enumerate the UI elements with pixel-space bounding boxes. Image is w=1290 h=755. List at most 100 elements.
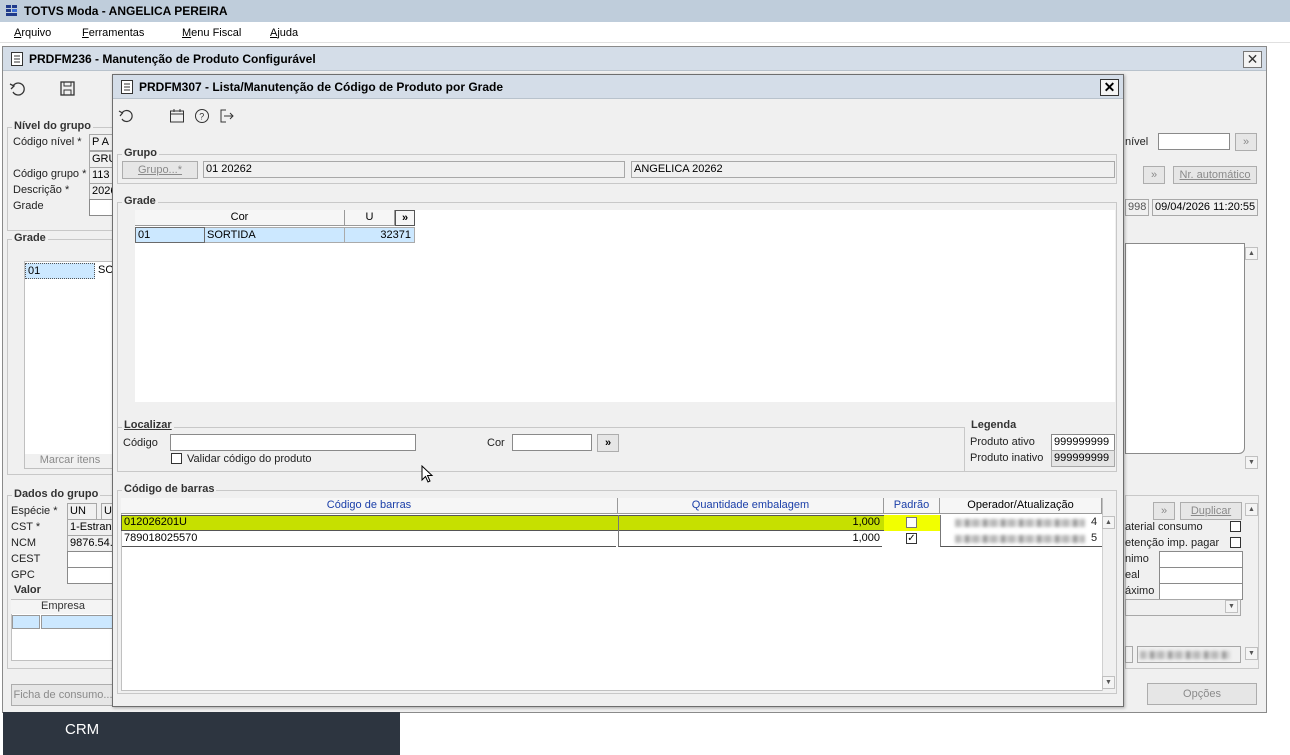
especie-field[interactable]: UN — [67, 503, 97, 520]
save-icon[interactable] — [59, 80, 77, 98]
app-title-bar: TOTVS Moda - ANGELICA PEREIRA — [0, 0, 1290, 22]
grupo-button[interactable]: Grupo...* — [122, 161, 198, 179]
codigo-nivel-label: Código nível * — [13, 136, 82, 148]
localizar-label: Localizar — [122, 419, 174, 431]
barcodes-label: Código de barras — [122, 483, 217, 495]
dup-search-button[interactable]: » — [1153, 502, 1175, 520]
right-blurred-field — [1137, 646, 1241, 663]
retencao-label: etenção imp. pagar — [1125, 537, 1220, 549]
refresh-icon[interactable] — [118, 108, 134, 124]
duplicar-button[interactable]: Duplicar — [1180, 502, 1242, 520]
nivel-search-button[interactable]: » — [1235, 133, 1257, 151]
grade-row-cor[interactable]: SORTIDA — [205, 227, 345, 243]
barcode-row-1-operador-suffix: 4 — [1091, 516, 1098, 528]
menu-ajuda[interactable]: Ajuda — [270, 27, 298, 39]
grupo-code-field: 01 20262 — [203, 161, 625, 178]
bg-window-title: PRDFM236 - Manutenção de Produto Configu… — [29, 52, 316, 66]
barcode-row-1-qtd[interactable]: 1,000 — [618, 515, 882, 531]
menu-bar: Arquivo Ferramentas Menu Fiscal Ajuda — [0, 22, 1290, 43]
localizar-cor-input[interactable] — [512, 434, 592, 451]
bg-window-title-bar: PRDFM236 - Manutenção de Produto Configu… — [3, 47, 1266, 71]
right-small-field — [1125, 646, 1133, 663]
barcode-header-qtd[interactable]: Quantidade embalagem — [618, 498, 884, 514]
dialog-document-icon — [121, 80, 133, 94]
valor-row-cell-1[interactable] — [12, 615, 40, 629]
valor-row-cell-2[interactable] — [41, 615, 115, 629]
marcar-itens-button[interactable]: Marcar itens — [25, 454, 115, 468]
dados-grupo-label: Dados do grupo — [12, 488, 101, 500]
grupo-name-field: ANGELICA 20262 — [631, 161, 1115, 178]
gpc-field[interactable] — [67, 567, 115, 584]
menu-fiscal[interactable]: Menu Fiscal — [182, 27, 241, 39]
grade-row-code[interactable]: 01 — [135, 227, 205, 243]
validar-checkbox[interactable] — [171, 453, 182, 464]
barcode-row-1-operador — [940, 515, 1102, 531]
real-field[interactable] — [1159, 567, 1243, 584]
dialog-toolbar — [113, 100, 1123, 130]
right-select-arrow[interactable]: ▼ — [1225, 600, 1238, 613]
undo-icon[interactable] — [9, 80, 27, 98]
barcodes-scroll-down[interactable]: ▼ — [1102, 676, 1115, 689]
params-scroll-down[interactable]: ▼ — [1245, 647, 1258, 660]
material-consumo-label: aterial consumo — [1125, 521, 1203, 533]
ficha-consumo-button[interactable]: Ficha de consumo... — [11, 684, 115, 706]
barcode-header-padrao[interactable]: Padrão — [884, 498, 940, 514]
localizar-go-button[interactable]: » — [597, 434, 619, 452]
grade-header-cor[interactable]: Cor — [135, 210, 345, 226]
crm-panel[interactable]: CRM — [3, 712, 400, 755]
cest-field[interactable] — [67, 551, 115, 568]
calendar-icon[interactable] — [169, 108, 185, 124]
bg-close-button[interactable]: ✕ — [1243, 51, 1262, 68]
grade-row-qty[interactable]: 32371 — [345, 227, 415, 243]
barcode-row-2-padrao-checkbox[interactable]: ✓ — [906, 533, 917, 544]
barcode-row-1-padrao-checkbox[interactable] — [906, 517, 917, 528]
exit-icon[interactable] — [219, 108, 235, 124]
barcode-dialog: PRDFM307 - Lista/Manutenção de Código de… — [112, 74, 1124, 707]
cst-label: CST * — [11, 521, 41, 533]
produto-inativo-label: Produto inativo — [970, 452, 1044, 464]
barcodes-scrollbar[interactable] — [1102, 515, 1116, 691]
dialog-close-button[interactable]: ✕ — [1100, 79, 1119, 96]
ncm-field[interactable]: 9876.54. — [67, 535, 115, 552]
opcoes-button[interactable]: Opções — [1147, 683, 1257, 705]
obs-scroll-up[interactable]: ▲ — [1245, 247, 1258, 260]
svg-text:?: ? — [199, 112, 204, 122]
barcodes-scroll-up[interactable]: ▲ — [1102, 516, 1115, 529]
barcode-header-codigo[interactable]: Código de barras — [121, 498, 618, 514]
barcode-row-2-qtd[interactable]: 1,000 — [618, 531, 882, 547]
menu-arquivo[interactable]: Arquivo — [14, 27, 51, 39]
localizar-codigo-input[interactable] — [170, 434, 416, 451]
grupo-search-button[interactable]: » — [1143, 166, 1165, 184]
bg-grade-list[interactable] — [24, 261, 115, 469]
nr-automatico-button[interactable]: Nr. automático — [1173, 166, 1257, 184]
barcode-row-2-codigo[interactable]: 789018025570 — [122, 531, 616, 547]
app-logo-icon — [6, 5, 17, 16]
retencao-checkbox[interactable] — [1230, 537, 1241, 548]
help-icon[interactable]: ? — [194, 108, 210, 124]
descricao-label: Descrição * — [13, 184, 70, 196]
barcode-row-1-codigo[interactable]: 012026201U — [122, 515, 616, 531]
bg-grade-label: Grade — [12, 232, 48, 244]
crm-label: CRM — [65, 721, 100, 738]
barcode-header-operador[interactable]: Operador/Atualização — [940, 498, 1102, 514]
right-select[interactable] — [1125, 599, 1241, 616]
menu-ferramentas[interactable]: Ferramentas — [82, 27, 144, 39]
valor-label: Valor — [12, 584, 43, 596]
material-consumo-checkbox[interactable] — [1230, 521, 1241, 532]
bg-grade-row-code[interactable]: 01 — [25, 263, 95, 279]
grupo-label: Grupo — [122, 147, 159, 159]
observacao-textarea[interactable] — [1125, 243, 1245, 454]
params-scroll-up[interactable]: ▲ — [1245, 503, 1258, 516]
nivel-right-field[interactable] — [1158, 133, 1230, 150]
maximo-field[interactable] — [1159, 583, 1243, 600]
grade-field-label: Grade — [13, 200, 44, 212]
app-title: TOTVS Moda - ANGELICA PEREIRA — [24, 4, 228, 18]
grade-expand-button[interactable]: » — [395, 210, 415, 226]
minimo-field[interactable] — [1159, 551, 1243, 568]
ncm-label: NCM — [11, 537, 37, 549]
produto-inativo-swatch: 999999999 — [1051, 450, 1115, 467]
barcode-row-2-operador-suffix: 5 — [1091, 532, 1098, 544]
grade-header-u[interactable]: U — [345, 210, 395, 226]
obs-scroll-down[interactable]: ▼ — [1245, 456, 1258, 469]
cst-field[interactable]: 1-Estran — [67, 519, 115, 536]
